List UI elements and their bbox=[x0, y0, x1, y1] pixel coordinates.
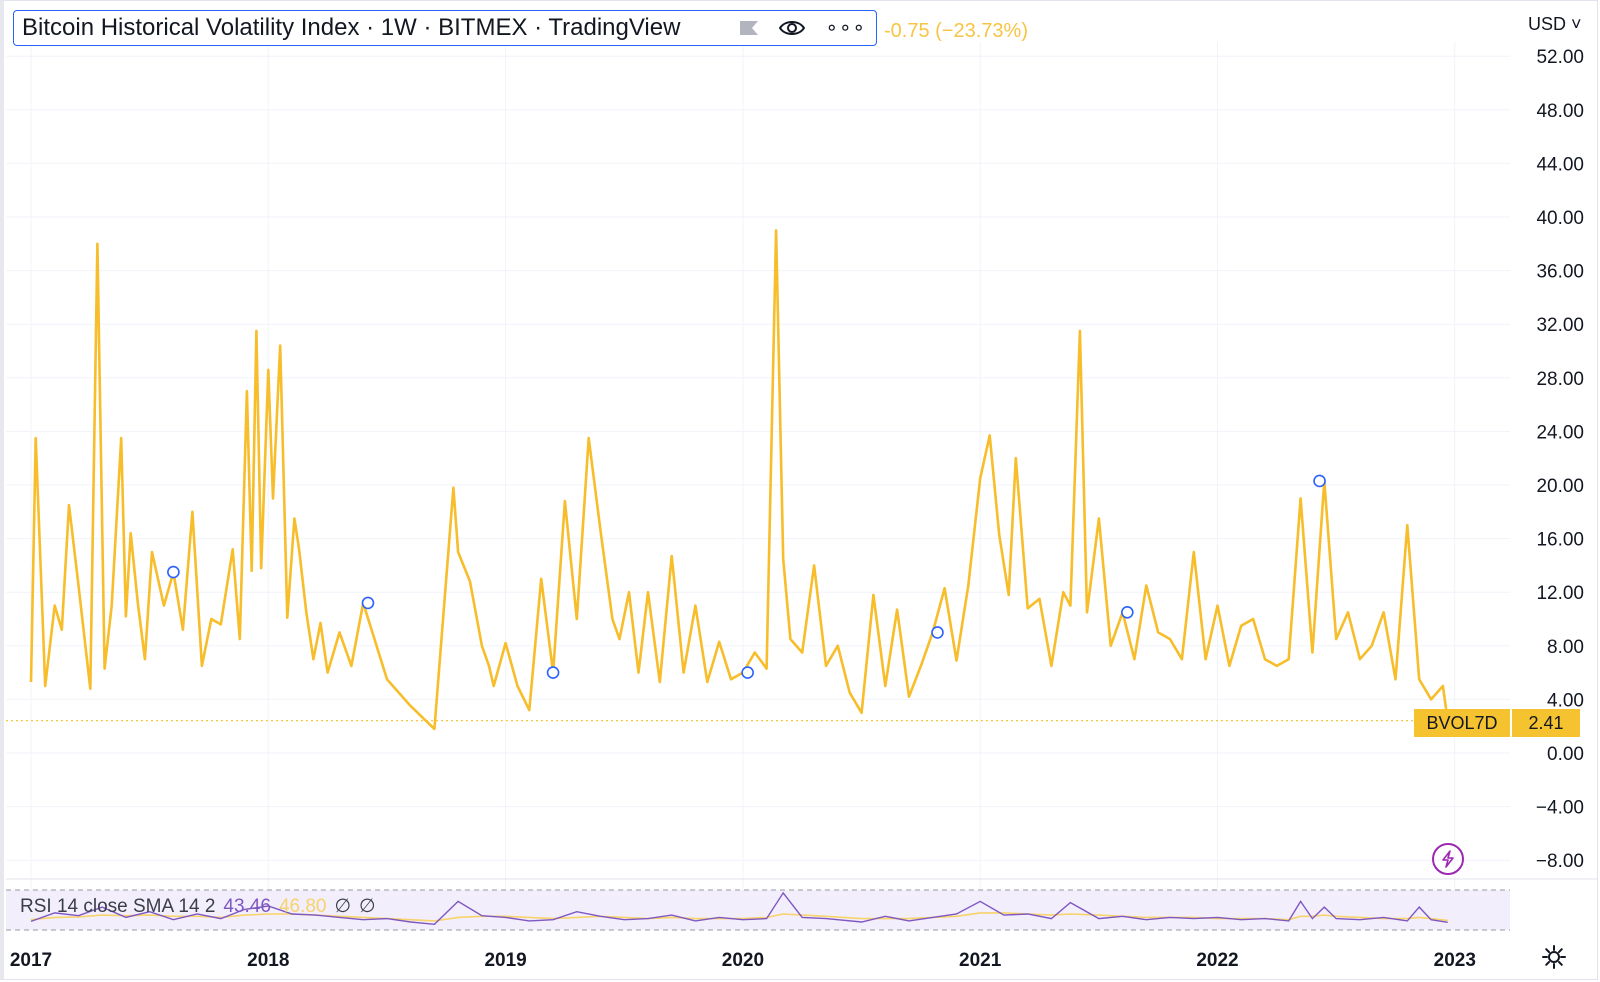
x-tick-label: 2020 bbox=[722, 950, 764, 971]
event-marker bbox=[1313, 474, 1326, 488]
x-tick-label: 2017 bbox=[10, 950, 52, 971]
y-tick-label: 24.00 bbox=[1536, 422, 1584, 443]
y-tick-label: 20.00 bbox=[1536, 476, 1584, 497]
x-tick-label: 2021 bbox=[959, 950, 1002, 971]
y-tick-label: −8.00 bbox=[1536, 851, 1584, 872]
currency-selector[interactable]: USD ˅ bbox=[1528, 14, 1582, 35]
x-tick-label: 2023 bbox=[1434, 950, 1476, 971]
x-tick-label: 2019 bbox=[484, 950, 526, 971]
symbol-title-box[interactable]: Bitcoin Historical Volatility Index · 1W… bbox=[13, 10, 877, 46]
series-line-bvol7d bbox=[29, 229, 1449, 731]
rsi-legend-value: 43.46 bbox=[223, 896, 271, 917]
currency-label: USD bbox=[1528, 14, 1567, 34]
series-name-tag: BVOL7D bbox=[1414, 709, 1510, 737]
x-tick-label: 2022 bbox=[1196, 950, 1238, 971]
event-marker bbox=[361, 596, 375, 610]
rsi-legend[interactable]: RSI 14 close SMA 14 2 43.46 46.80 ∅ ∅ bbox=[20, 895, 376, 918]
x-tick-label: 2018 bbox=[247, 950, 289, 971]
y-tick-label: −4.00 bbox=[1536, 798, 1584, 819]
gear-icon[interactable] bbox=[1541, 944, 1567, 970]
chevron-down-icon: ˅ bbox=[1571, 14, 1582, 34]
y-tick-label: 32.00 bbox=[1536, 315, 1584, 336]
y-tick-label: 12.00 bbox=[1536, 583, 1584, 604]
flag-icon[interactable] bbox=[739, 20, 759, 36]
rsi-na-value-2: ∅ bbox=[359, 896, 376, 917]
event-marker bbox=[546, 666, 560, 679]
lightning-icon[interactable] bbox=[1432, 843, 1464, 875]
lightning-glyph bbox=[1442, 850, 1454, 868]
y-tick-label: 48.00 bbox=[1536, 101, 1584, 122]
y-tick-label: 28.00 bbox=[1536, 369, 1584, 390]
rsi-sma-legend-value: 46.80 bbox=[278, 896, 327, 917]
event-marker bbox=[741, 666, 754, 679]
y-tick-label: 44.00 bbox=[1536, 154, 1584, 175]
eye-icon[interactable] bbox=[779, 19, 806, 37]
y-tick-label: 52.00 bbox=[1536, 47, 1584, 68]
rsi-legend-label: RSI 14 close SMA 14 2 bbox=[20, 896, 216, 917]
y-tick-label: 40.00 bbox=[1536, 208, 1584, 229]
y-tick-label: 0.00 bbox=[1547, 744, 1584, 765]
rsi-na-value-1: ∅ bbox=[334, 896, 352, 917]
more-icon[interactable]: ∘∘∘ bbox=[825, 18, 866, 38]
y-tick-label: 16.00 bbox=[1536, 530, 1584, 551]
event-marker bbox=[1121, 605, 1134, 619]
price-change: -0.75 (−23.73%) bbox=[884, 20, 1028, 42]
y-tick-label: 36.00 bbox=[1536, 262, 1584, 283]
last-value-tag: 2.41 bbox=[1512, 709, 1580, 737]
y-tick-label: 8.00 bbox=[1547, 637, 1584, 658]
chart-title: Bitcoin Historical Volatility Index · 1W… bbox=[22, 14, 681, 41]
event-marker bbox=[931, 626, 944, 639]
event-marker bbox=[167, 565, 180, 579]
chart-canvas[interactable]: 52.00 48.00 44.00 40.00 36.00 32.00 28.00 24.00… bbox=[0, 0, 1600, 982]
